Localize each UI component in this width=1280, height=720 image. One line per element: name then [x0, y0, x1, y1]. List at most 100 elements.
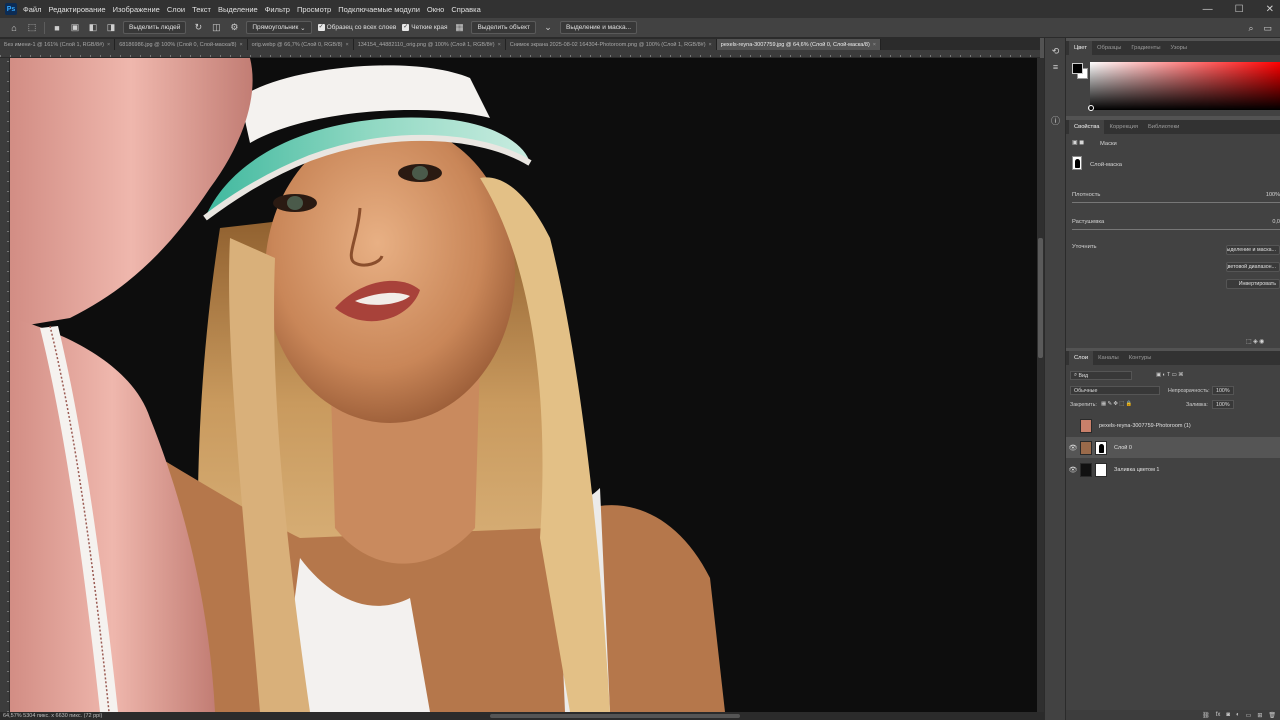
fx-icon[interactable]: fx	[1216, 712, 1221, 718]
menu-edit[interactable]: Редактирование	[48, 5, 105, 14]
close-icon[interactable]: ×	[873, 42, 876, 48]
new-layer-icon[interactable]: ⊞	[1257, 712, 1262, 719]
menu-plugins[interactable]: Подключаемые модули	[338, 5, 420, 14]
feather-value[interactable]: 0,0	[1272, 219, 1280, 225]
doc-tab-active[interactable]: pexels-reyna-3007759.jpg @ 64,6% (Слой 0…	[716, 39, 881, 50]
layer-row[interactable]: pexels-reyna-3007759-Photoroom (1)	[1066, 415, 1280, 436]
density-value[interactable]: 100%	[1266, 192, 1280, 198]
color-picker-field[interactable]	[1090, 62, 1280, 110]
tab-layers[interactable]: Слои	[1069, 351, 1094, 365]
tab-color[interactable]: Цвет	[1069, 41, 1092, 55]
hard-edge-checkbox[interactable]: ✓ Четкие края	[402, 24, 447, 31]
close-icon[interactable]: ×	[239, 42, 242, 48]
adjustment-icon[interactable]: ◐	[1236, 712, 1240, 718]
tab-properties[interactable]: Свойства	[1069, 120, 1105, 134]
doc-tab-label: orig.webp @ 66,7% (Слой 0, RGB/8)	[251, 41, 343, 48]
doc-tab[interactable]: 68186986.jpg @ 100% (Слой 0, Слой-маска/…	[115, 39, 248, 50]
select-subject-icon[interactable]: ▦	[453, 22, 465, 33]
mode-select[interactable]: Прямоугольник ⌄	[246, 21, 312, 34]
select-and-mask-button[interactable]: Выделение и маска...	[1226, 245, 1280, 255]
ruler-vertical[interactable]	[0, 58, 10, 712]
opacity-input[interactable]: 100%	[1212, 386, 1234, 395]
tab-libraries[interactable]: Библиотеки	[1143, 120, 1184, 134]
color-picker-cursor[interactable]	[1088, 105, 1094, 111]
new-selection-icon[interactable]: ■	[51, 23, 63, 33]
link-icon[interactable]: ⛓	[1202, 712, 1210, 719]
menu-help[interactable]: Справка	[451, 5, 480, 14]
trash-icon[interactable]: 🗑	[1268, 712, 1276, 719]
feather-slider[interactable]	[1072, 229, 1280, 230]
add-selection-icon[interactable]: ▣	[69, 22, 81, 33]
doc-tab[interactable]: 134154_44882110_orig.png @ 100% (Слой 1,…	[353, 39, 506, 50]
horizontal-scrollbar-thumb[interactable]	[490, 714, 740, 718]
select-and-mask-button[interactable]: Выделение и маска...	[559, 21, 638, 34]
close-icon[interactable]: ×	[709, 42, 712, 48]
menu-file[interactable]: Файл	[23, 5, 41, 14]
ruler-horizontal[interactable]	[0, 50, 1040, 58]
close-icon[interactable]: ×	[107, 42, 110, 48]
density-slider[interactable]	[1072, 202, 1280, 203]
object-selection-tool-icon[interactable]: ⬚	[26, 22, 38, 33]
lock-icons[interactable]: ▦ ✎ ✥ ⬚ 🔒	[1101, 401, 1132, 407]
sample-all-layers-checkbox[interactable]: ✓ Образец со всех слоев	[317, 24, 396, 31]
history-icon[interactable]: ⟲	[1050, 46, 1061, 57]
tab-paths[interactable]: Контуры	[1124, 351, 1157, 365]
document-canvas[interactable]	[10, 58, 1037, 712]
select-people-button[interactable]: Выделить людей	[123, 21, 187, 34]
mask-footer-icons[interactable]: ⬚ ◈ ◉	[1246, 339, 1264, 345]
maximize-button[interactable]: ☐	[1235, 4, 1244, 15]
home-icon[interactable]: ⌂	[8, 23, 20, 33]
menu-layers[interactable]: Слои	[167, 5, 185, 14]
layer-mask-thumbnail[interactable]	[1095, 462, 1107, 477]
invert-button[interactable]: Инвертировать	[1226, 279, 1280, 289]
layer-mask-thumbnail[interactable]	[1095, 440, 1107, 455]
eye-icon[interactable]: 👁	[1066, 444, 1080, 452]
folder-icon[interactable]: ▭	[1246, 712, 1252, 719]
layer-filter-icons[interactable]: ▣ ◐ T ▭ ⌘	[1156, 372, 1183, 378]
menu-select[interactable]: Выделение	[218, 5, 258, 14]
refresh-icon[interactable]: ↻	[192, 22, 204, 33]
add-mask-icon[interactable]: ◙	[1226, 712, 1230, 718]
doc-tab[interactable]: orig.webp @ 66,7% (Слой 0, RGB/8) ×	[247, 39, 354, 50]
vertical-scrollbar[interactable]	[1037, 58, 1044, 712]
hover-icon[interactable]: ◫	[210, 22, 222, 33]
properties-icon[interactable]: ≡	[1050, 62, 1061, 73]
subtract-selection-icon[interactable]: ◧	[87, 22, 99, 33]
color-range-button[interactable]: Цветовой диапазон...	[1226, 262, 1280, 272]
select-object-button[interactable]: Выделить объект	[471, 21, 536, 34]
menu-type[interactable]: Текст	[192, 5, 211, 14]
menu-view[interactable]: Просмотр	[297, 5, 331, 14]
info-icon[interactable]: ⓘ	[1050, 116, 1061, 127]
minimize-button[interactable]: —	[1203, 4, 1213, 15]
close-icon[interactable]: ×	[498, 42, 501, 48]
tab-patterns[interactable]: Узоры	[1166, 41, 1193, 55]
chevron-down-icon[interactable]: ⌄	[542, 22, 554, 33]
eye-icon[interactable]: 👁	[1066, 466, 1080, 474]
menu-window[interactable]: Окно	[427, 5, 444, 14]
doc-tab[interactable]: Без имени-1 @ 161% (Слой 1, RGB/8#) ×	[0, 39, 116, 50]
intersect-selection-icon[interactable]: ◨	[105, 22, 117, 33]
menu-image[interactable]: Изображение	[113, 5, 160, 14]
layer-filter-select[interactable]: ⌕ Вид	[1070, 371, 1132, 380]
layers-panel-tabs: Слои Каналы Контуры	[1066, 351, 1280, 365]
layer-row[interactable]: 👁 Заливка цветом 1	[1066, 459, 1280, 480]
blend-mode-select[interactable]: Обычные	[1070, 386, 1160, 395]
pixel-mask-icon[interactable]: ▣ ◼	[1072, 140, 1084, 146]
tab-adjustments[interactable]: Коррекция	[1104, 120, 1143, 134]
tab-swatches[interactable]: Образцы	[1092, 41, 1126, 55]
tab-gradients[interactable]: Градиенты	[1126, 41, 1165, 55]
tab-channels[interactable]: Каналы	[1093, 351, 1124, 365]
layer-mask-thumbnail[interactable]	[1072, 156, 1082, 170]
workspace-icon[interactable]: ▭	[1263, 23, 1272, 34]
foreground-color-swatch[interactable]	[1072, 63, 1083, 74]
gear-icon[interactable]: ⚙	[228, 22, 240, 33]
fill-input[interactable]: 100%	[1212, 400, 1234, 409]
options-right-icons: ⌕ ▭	[1248, 18, 1272, 38]
search-icon[interactable]: ⌕	[1248, 23, 1253, 34]
menu-filter[interactable]: Фильтр	[265, 5, 290, 14]
scrollbar-thumb[interactable]	[1038, 238, 1043, 358]
close-icon[interactable]: ×	[345, 42, 348, 48]
close-window-button[interactable]: ✕	[1266, 4, 1274, 15]
layer-row-selected[interactable]: 👁 Слой 0	[1066, 437, 1280, 458]
doc-tab[interactable]: Снимок экрана 2025-08-02 164304-Photoroo…	[505, 39, 717, 50]
